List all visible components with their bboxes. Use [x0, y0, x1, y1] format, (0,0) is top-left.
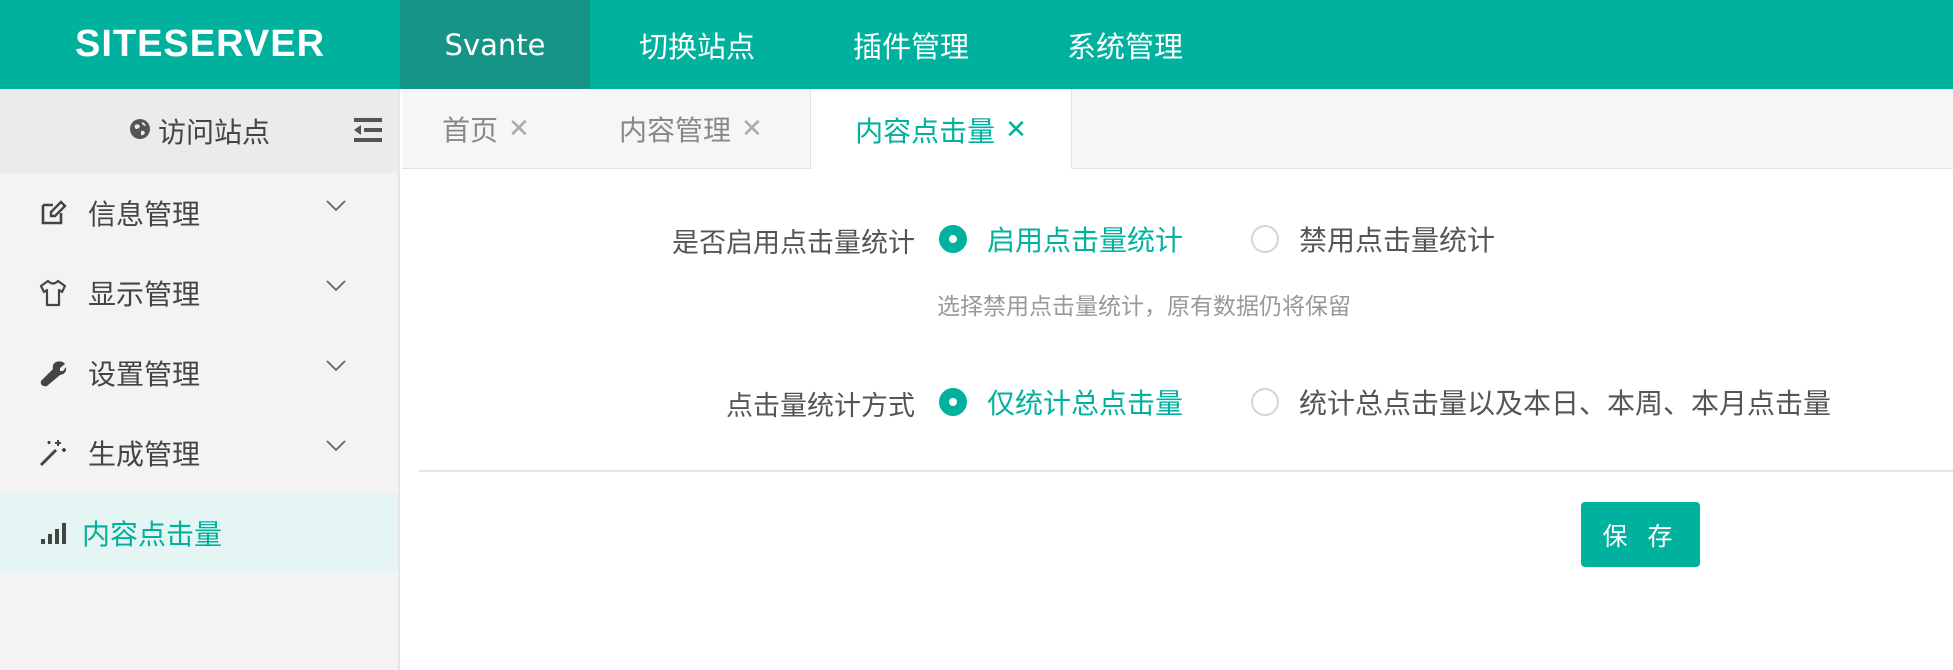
tab-label: 内容管理 — [619, 114, 732, 147]
bar-chart-icon — [38, 518, 68, 548]
tab-home[interactable]: 首页 ✕ — [442, 89, 530, 169]
logo[interactable]: SITESERVER — [0, 0, 400, 89]
sidebar-item-label: 显示管理 — [88, 278, 201, 311]
close-icon[interactable]: ✕ — [1005, 115, 1027, 145]
top-nav: Svante 切换站点 插件管理 系统管理 — [400, 0, 1232, 89]
top-nav-plugins[interactable]: 插件管理 — [804, 0, 1018, 89]
sidebar-item-settings[interactable]: 设置管理 — [0, 333, 398, 413]
sidebar-header: 访问站点 — [0, 89, 398, 173]
radio-disable-stats[interactable]: 禁用点击量统计 — [1251, 219, 1495, 259]
top-nav-system[interactable]: 系统管理 — [1018, 0, 1232, 89]
edit-icon — [38, 198, 68, 228]
tab-label: 内容点击量 — [855, 114, 996, 148]
collapse-menu-icon[interactable] — [354, 117, 382, 143]
radio-dot — [1251, 388, 1279, 416]
radio-label: 仅统计总点击量 — [987, 387, 1184, 420]
chevron-down-icon — [326, 200, 346, 212]
radio-label: 禁用点击量统计 — [1299, 224, 1496, 257]
visit-site-label: 访问站点 — [157, 116, 270, 149]
sidebar-item-generate[interactable]: 生成管理 — [0, 413, 398, 493]
globe-icon — [128, 115, 152, 148]
sidebar-menu: 信息管理 显示管理 设置管理 生成管理 内容点击量 — [0, 173, 398, 573]
top-nav-switch-site[interactable]: 切换站点 — [590, 0, 804, 89]
radio-dot — [939, 225, 967, 253]
enable-stats-hint: 选择禁用点击量统计，原有数据仍将保留 — [937, 294, 1351, 320]
tab-label: 首页 — [442, 114, 499, 147]
sidebar-item-display[interactable]: 显示管理 — [0, 253, 398, 333]
shirt-icon — [38, 278, 68, 308]
chevron-down-icon — [326, 440, 346, 452]
main-content: 是否启用点击量统计 启用点击量统计 禁用点击量统计 选择禁用点击量统计，原有数据… — [402, 169, 1953, 670]
radio-dot — [939, 388, 967, 416]
tab-content-management[interactable]: 内容管理 ✕ — [619, 89, 763, 169]
magic-wand-icon — [38, 438, 68, 468]
enable-stats-label: 是否启用点击量统计 — [672, 228, 915, 259]
radio-total-only[interactable]: 仅统计总点击量 — [939, 382, 1183, 422]
sidebar: 访问站点 信息管理 显示管理 设置管理 生成管理 内容点击量 — [0, 89, 400, 670]
visit-site-link[interactable]: 访问站点 — [128, 111, 270, 151]
sidebar-item-content-hits[interactable]: 内容点击量 — [0, 493, 398, 573]
sidebar-item-info[interactable]: 信息管理 — [0, 173, 398, 253]
divider — [419, 470, 1953, 472]
close-icon[interactable]: ✕ — [508, 114, 530, 144]
top-nav-site[interactable]: Svante — [400, 0, 590, 89]
chevron-down-icon — [326, 280, 346, 292]
radio-dot — [1251, 225, 1279, 253]
radio-label: 启用点击量统计 — [987, 224, 1184, 257]
logo-text: SITESERVER — [74, 23, 326, 65]
save-button[interactable]: 保 存 — [1581, 502, 1700, 567]
radio-enable-stats[interactable]: 启用点击量统计 — [939, 219, 1183, 259]
sidebar-item-label: 设置管理 — [88, 358, 201, 391]
top-bar: SITESERVER Svante 切换站点 插件管理 系统管理 — [0, 0, 1953, 89]
tab-content-hits[interactable]: 内容点击量 ✕ — [810, 89, 1072, 170]
sidebar-item-label: 生成管理 — [88, 438, 201, 471]
stats-method-label: 点击量统计方式 — [726, 391, 915, 422]
sidebar-item-label: 信息管理 — [88, 198, 201, 231]
wrench-icon — [38, 358, 68, 388]
tab-bar: 首页 ✕ 内容管理 ✕ 内容点击量 ✕ — [402, 89, 1953, 170]
radio-label: 统计总点击量以及本日、本周、本月点击量 — [1299, 387, 1832, 420]
chevron-down-icon — [326, 360, 346, 372]
radio-total-and-periods[interactable]: 统计总点击量以及本日、本周、本月点击量 — [1251, 382, 1831, 422]
close-icon[interactable]: ✕ — [741, 114, 763, 144]
sidebar-item-label: 内容点击量 — [82, 518, 223, 551]
